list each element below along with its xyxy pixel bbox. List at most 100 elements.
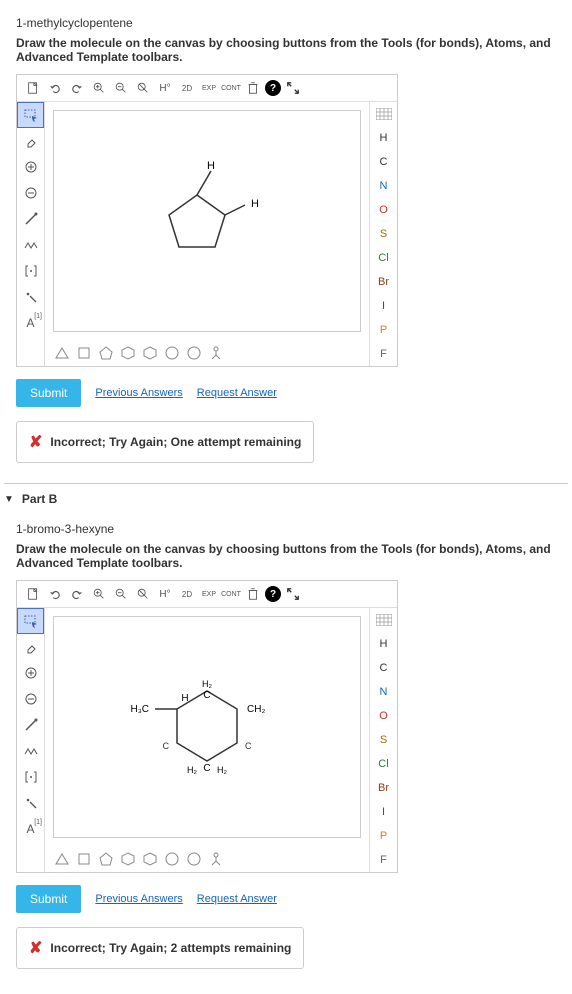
help-icon[interactable]: ? — [265, 586, 281, 602]
pentagon-template[interactable] — [97, 850, 115, 868]
svg-text:H: H — [251, 198, 259, 210]
svg-text:H₂: H₂ — [217, 765, 227, 775]
previous-answers-link[interactable]: Previous Answers — [95, 387, 182, 399]
view-2d-button[interactable]: 2D — [177, 585, 197, 603]
hexagon-template[interactable] — [119, 344, 137, 362]
heptagon-template[interactable] — [163, 850, 181, 868]
hexagon2-template[interactable] — [141, 344, 159, 362]
atom-s[interactable]: S — [370, 222, 397, 246]
expand-button[interactable]: EXP — [199, 585, 219, 603]
octagon-template[interactable] — [185, 344, 203, 362]
atom-s[interactable]: S — [370, 728, 397, 752]
atom-i[interactable]: I — [370, 294, 397, 318]
zoom-in-icon[interactable] — [89, 585, 109, 603]
select-tool[interactable] — [17, 102, 44, 128]
charge-plus-tool[interactable] — [17, 154, 44, 180]
atom-c[interactable]: C — [370, 150, 397, 174]
chain-tool[interactable] — [17, 232, 44, 258]
drawing-canvas[interactable]: H₃C H H₂ C CH₂ C C C H₂ H₂ — [53, 616, 361, 838]
heptagon-template[interactable] — [163, 344, 181, 362]
atom-i[interactable]: I — [370, 800, 397, 824]
zoom-in-icon[interactable] — [89, 79, 109, 97]
erase-tool[interactable] — [17, 128, 44, 154]
new-icon[interactable] — [23, 585, 43, 603]
hexagon2-template[interactable] — [141, 850, 159, 868]
charge-plus-tool[interactable] — [17, 660, 44, 686]
zoom-fit-icon[interactable] — [133, 79, 153, 97]
erase-tool[interactable] — [17, 634, 44, 660]
chain-tool[interactable] — [17, 738, 44, 764]
previous-answers-link[interactable]: Previous Answers — [95, 893, 182, 905]
atom-cl[interactable]: Cl — [370, 752, 397, 776]
svg-text:H: H — [207, 160, 215, 172]
advanced-template[interactable] — [207, 344, 225, 362]
redo-icon[interactable] — [67, 585, 87, 603]
view-2d-button[interactable]: 2D — [177, 79, 197, 97]
submit-button[interactable]: Submit — [16, 885, 81, 913]
atom-p[interactable]: P — [370, 824, 397, 848]
atom-p[interactable]: P — [370, 318, 397, 342]
atom-f[interactable]: F — [370, 848, 397, 872]
square-template[interactable] — [75, 850, 93, 868]
atom-f[interactable]: F — [370, 342, 397, 366]
atom-br[interactable]: Br — [370, 776, 397, 800]
undo-icon[interactable] — [45, 79, 65, 97]
molecule-editor: H° 2D EXP CONT ? A[1] — [16, 580, 398, 873]
atom-o[interactable]: O — [370, 198, 397, 222]
svg-text:C: C — [203, 763, 210, 774]
pentagon-template[interactable] — [97, 344, 115, 362]
bracket-tool[interactable] — [17, 764, 44, 790]
atom-label-tool[interactable]: A[1] — [17, 816, 44, 842]
atom-cl[interactable]: Cl — [370, 246, 397, 270]
request-answer-link[interactable]: Request Answer — [197, 893, 277, 905]
help-icon[interactable]: ? — [265, 80, 281, 96]
contract-button[interactable]: CONT — [221, 585, 241, 603]
toggle-h-button[interactable]: H° — [155, 79, 175, 97]
atom-c[interactable]: C — [370, 656, 397, 680]
drawing-canvas[interactable]: H H — [53, 110, 361, 332]
charge-minus-tool[interactable] — [17, 180, 44, 206]
atom-n[interactable]: N — [370, 174, 397, 198]
triangle-template[interactable] — [53, 344, 71, 362]
actions-row: Submit Previous Answers Request Answer — [16, 379, 556, 407]
zoom-out-icon[interactable] — [111, 585, 131, 603]
toggle-h-button[interactable]: H° — [155, 585, 175, 603]
atom-n[interactable]: N — [370, 680, 397, 704]
delete-icon[interactable] — [243, 585, 263, 603]
single-bond-tool[interactable] — [17, 712, 44, 738]
zoom-fit-icon[interactable] — [133, 585, 153, 603]
charge-minus-tool[interactable] — [17, 686, 44, 712]
select-tool[interactable] — [17, 608, 44, 634]
fullscreen-icon[interactable] — [283, 585, 303, 603]
expand-button[interactable]: EXP — [199, 79, 219, 97]
advanced-template[interactable] — [207, 850, 225, 868]
radical-tool[interactable] — [17, 790, 44, 816]
request-answer-link[interactable]: Request Answer — [197, 387, 277, 399]
submit-button[interactable]: Submit — [16, 379, 81, 407]
atom-br[interactable]: Br — [370, 270, 397, 294]
square-template[interactable] — [75, 344, 93, 362]
undo-icon[interactable] — [45, 585, 65, 603]
atom-o[interactable]: O — [370, 704, 397, 728]
hexagon-template[interactable] — [119, 850, 137, 868]
atom-label-tool[interactable]: A[1] — [17, 310, 44, 336]
triangle-template[interactable] — [53, 850, 71, 868]
zoom-out-icon[interactable] — [111, 79, 131, 97]
bracket-tool[interactable] — [17, 258, 44, 284]
atom-h[interactable]: H — [370, 126, 397, 150]
radical-tool[interactable] — [17, 284, 44, 310]
feedback-text: Incorrect; Try Again; One attempt remain… — [50, 435, 301, 449]
atom-h[interactable]: H — [370, 632, 397, 656]
periodic-table-icon[interactable] — [370, 102, 397, 126]
delete-icon[interactable] — [243, 79, 263, 97]
fullscreen-icon[interactable] — [283, 79, 303, 97]
octagon-template[interactable] — [185, 850, 203, 868]
single-bond-tool[interactable] — [17, 206, 44, 232]
periodic-table-icon[interactable] — [370, 608, 397, 632]
redo-icon[interactable] — [67, 79, 87, 97]
part-a: 1-methylcyclopentene Draw the molecule o… — [0, 0, 572, 483]
collapse-caret-icon[interactable]: ▼ — [4, 494, 14, 505]
svg-text:H: H — [181, 693, 188, 704]
contract-button[interactable]: CONT — [221, 79, 241, 97]
new-icon[interactable] — [23, 79, 43, 97]
